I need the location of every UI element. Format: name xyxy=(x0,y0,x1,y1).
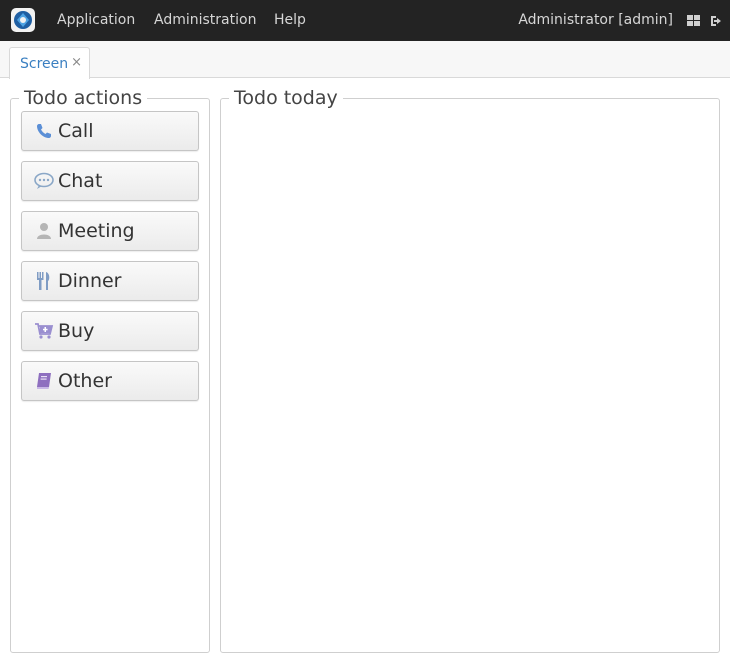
dinner-button-label: Dinner xyxy=(58,270,122,292)
buy-button[interactable]: Buy xyxy=(21,311,199,351)
call-button-label: Call xyxy=(58,120,94,142)
menu-help[interactable]: Help xyxy=(274,0,306,41)
meeting-button-label: Meeting xyxy=(58,220,135,242)
logout-icon[interactable] xyxy=(710,13,724,27)
todo-actions-panel: Todo actions Call Chat Meeting Dinner Bu… xyxy=(10,86,210,653)
tab-close-icon[interactable]: × xyxy=(71,55,82,70)
app-logo-icon[interactable] xyxy=(11,8,35,32)
other-button[interactable]: Other xyxy=(21,361,199,401)
dinner-button[interactable]: Dinner xyxy=(21,261,199,301)
tab-screen[interactable]: Screen × xyxy=(9,47,90,79)
cart-icon xyxy=(34,321,54,341)
tab-bar: Screen × xyxy=(0,41,730,79)
person-icon xyxy=(34,221,54,241)
chat-bubble-icon xyxy=(34,171,54,191)
current-user-label: Administrator [admin] xyxy=(518,12,673,28)
todo-today-panel: Todo today xyxy=(220,86,720,653)
windows-layout-icon[interactable] xyxy=(687,13,701,27)
chat-button[interactable]: Chat xyxy=(21,161,199,201)
call-button[interactable]: Call xyxy=(21,111,199,151)
chat-button-label: Chat xyxy=(58,170,103,192)
phone-icon xyxy=(34,121,54,141)
tab-screen-label: Screen xyxy=(20,56,69,72)
menu-administration[interactable]: Administration xyxy=(154,0,256,41)
menu-application[interactable]: Application xyxy=(57,0,135,41)
top-navigation-bar: Application Administration Help Administ… xyxy=(0,0,730,41)
buy-button-label: Buy xyxy=(58,320,95,342)
other-button-label: Other xyxy=(58,370,112,392)
book-icon xyxy=(34,371,54,391)
todo-today-title: Todo today xyxy=(229,86,343,110)
meeting-button[interactable]: Meeting xyxy=(21,211,199,251)
fork-knife-icon xyxy=(34,271,54,291)
todo-actions-title: Todo actions xyxy=(19,86,148,110)
